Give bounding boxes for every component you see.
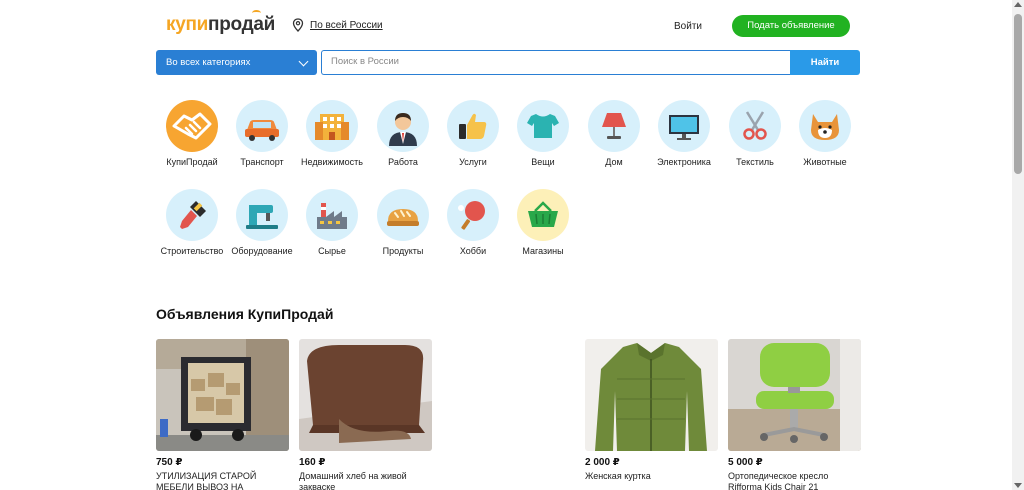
category-hobby[interactable]: Хобби bbox=[437, 189, 509, 256]
logo-smile-mark bbox=[252, 10, 261, 16]
category-label: Животные bbox=[803, 157, 847, 167]
category-construction[interactable]: Строительство bbox=[156, 189, 228, 256]
location-label[interactable]: По всей России bbox=[310, 20, 383, 31]
category-label: Работа bbox=[388, 157, 418, 167]
dog-icon bbox=[799, 100, 851, 152]
bread-icon bbox=[377, 189, 429, 241]
search-button[interactable]: Найти bbox=[790, 50, 860, 75]
search-placeholder: Поиск в России bbox=[331, 56, 399, 67]
category-label: Магазины bbox=[522, 246, 564, 256]
category-transport[interactable]: Транспорт bbox=[226, 100, 298, 167]
ad-price: 750 ₽ bbox=[156, 457, 183, 468]
category-label: Сырье bbox=[318, 246, 346, 256]
ad-price: 5 000 ₽ bbox=[728, 457, 763, 468]
ad-image[interactable] bbox=[299, 339, 432, 451]
category-label: Оборудование bbox=[231, 246, 293, 256]
building-icon bbox=[306, 100, 358, 152]
ad-card[interactable]: 2 000 ₽ Женская куртка bbox=[585, 339, 718, 482]
category-raw-materials[interactable]: Сырье bbox=[296, 189, 368, 256]
sewing-machine-icon bbox=[236, 189, 288, 241]
login-link[interactable]: Войти bbox=[674, 21, 702, 32]
category-kupiprodai[interactable]: КупиПродай bbox=[156, 100, 228, 167]
location-pin-icon bbox=[292, 18, 304, 32]
category-label: Дом bbox=[605, 157, 623, 167]
category-shops[interactable]: Магазины bbox=[507, 189, 579, 256]
ad-card[interactable]: 750 ₽ УТИЛИЗАЦИЯ СТАРОЙ МЕБЕЛИ ВЫВОЗ НА bbox=[156, 339, 289, 490]
ad-title[interactable]: Ортопедическое кресло Rifforma Kids Chai… bbox=[728, 471, 863, 490]
category-equipment[interactable]: Оборудование bbox=[226, 189, 298, 256]
category-label: Текстиль bbox=[736, 157, 774, 167]
search-bar: Во всех категориях Поиск в России Найти bbox=[156, 50, 860, 75]
ad-price: 160 ₽ bbox=[299, 457, 326, 468]
category-label: Электроника bbox=[657, 157, 711, 167]
category-animals[interactable]: Животные bbox=[789, 100, 861, 167]
ad-title[interactable]: Домашний хлеб на живой закваске bbox=[299, 471, 434, 490]
category-realty[interactable]: Недвижимость bbox=[296, 100, 368, 167]
thumbs-up-icon bbox=[447, 100, 499, 152]
category-services[interactable]: Услуги bbox=[437, 100, 509, 167]
tshirt-icon bbox=[517, 100, 569, 152]
category-clothes[interactable]: Вещи bbox=[507, 100, 579, 167]
ad-price: 2 000 ₽ bbox=[585, 457, 620, 468]
category-label: Строительство bbox=[160, 246, 224, 256]
ad-title[interactable]: УТИЛИЗАЦИЯ СТАРОЙ МЕБЕЛИ ВЫВОЗ НА bbox=[156, 471, 291, 490]
ad-image[interactable] bbox=[585, 339, 718, 451]
ad-card[interactable]: 160 ₽ Домашний хлеб на живой закваске bbox=[299, 339, 432, 490]
category-textile[interactable]: Текстиль bbox=[719, 100, 791, 167]
category-label: Недвижимость bbox=[301, 157, 363, 167]
scroll-thumb[interactable] bbox=[1014, 14, 1022, 174]
site-logo[interactable]: купипродай bbox=[166, 14, 275, 36]
handshake-icon bbox=[166, 100, 218, 152]
category-home[interactable]: Дом bbox=[578, 100, 650, 167]
post-ad-button[interactable]: Подать объявление bbox=[732, 15, 850, 37]
page-scrollbar[interactable] bbox=[1012, 0, 1024, 490]
category-jobs[interactable]: Работа bbox=[367, 100, 439, 167]
scissors-icon bbox=[729, 100, 781, 152]
search-input[interactable]: Поиск в России bbox=[321, 50, 791, 75]
basket-icon bbox=[517, 189, 569, 241]
ads-section-title: Объявления КупиПродай bbox=[156, 306, 334, 322]
worker-icon bbox=[377, 100, 429, 152]
car-icon bbox=[236, 100, 288, 152]
paint-brush-icon bbox=[166, 189, 218, 241]
scroll-up-arrow-icon[interactable] bbox=[1014, 2, 1022, 7]
lamp-icon bbox=[588, 100, 640, 152]
ad-title[interactable]: Женская куртка bbox=[585, 471, 720, 482]
category-select-label: Во всех категориях bbox=[166, 57, 251, 68]
category-select[interactable]: Во всех категориях bbox=[156, 50, 317, 75]
ping-pong-icon bbox=[447, 189, 499, 241]
ad-image[interactable] bbox=[156, 339, 289, 451]
category-label: Вещи bbox=[531, 157, 555, 167]
category-label: КупиПродай bbox=[166, 157, 218, 167]
category-label: Услуги bbox=[459, 157, 487, 167]
chevron-down-icon bbox=[298, 56, 309, 67]
category-label: Транспорт bbox=[240, 157, 284, 167]
site-header: купипродай По всей России Войти Подать о… bbox=[156, 10, 860, 40]
monitor-icon bbox=[658, 100, 710, 152]
category-label: Хобби bbox=[459, 246, 487, 256]
ad-card[interactable]: 5 000 ₽ Ортопедическое кресло Rifforma K… bbox=[728, 339, 861, 490]
category-electronics[interactable]: Электроника bbox=[648, 100, 720, 167]
location-selector[interactable]: По всей России bbox=[292, 18, 383, 32]
scroll-down-arrow-icon[interactable] bbox=[1014, 483, 1022, 488]
ad-image[interactable] bbox=[728, 339, 861, 451]
category-label: Продукты bbox=[382, 246, 424, 256]
factory-icon bbox=[306, 189, 358, 241]
category-food[interactable]: Продукты bbox=[367, 189, 439, 256]
